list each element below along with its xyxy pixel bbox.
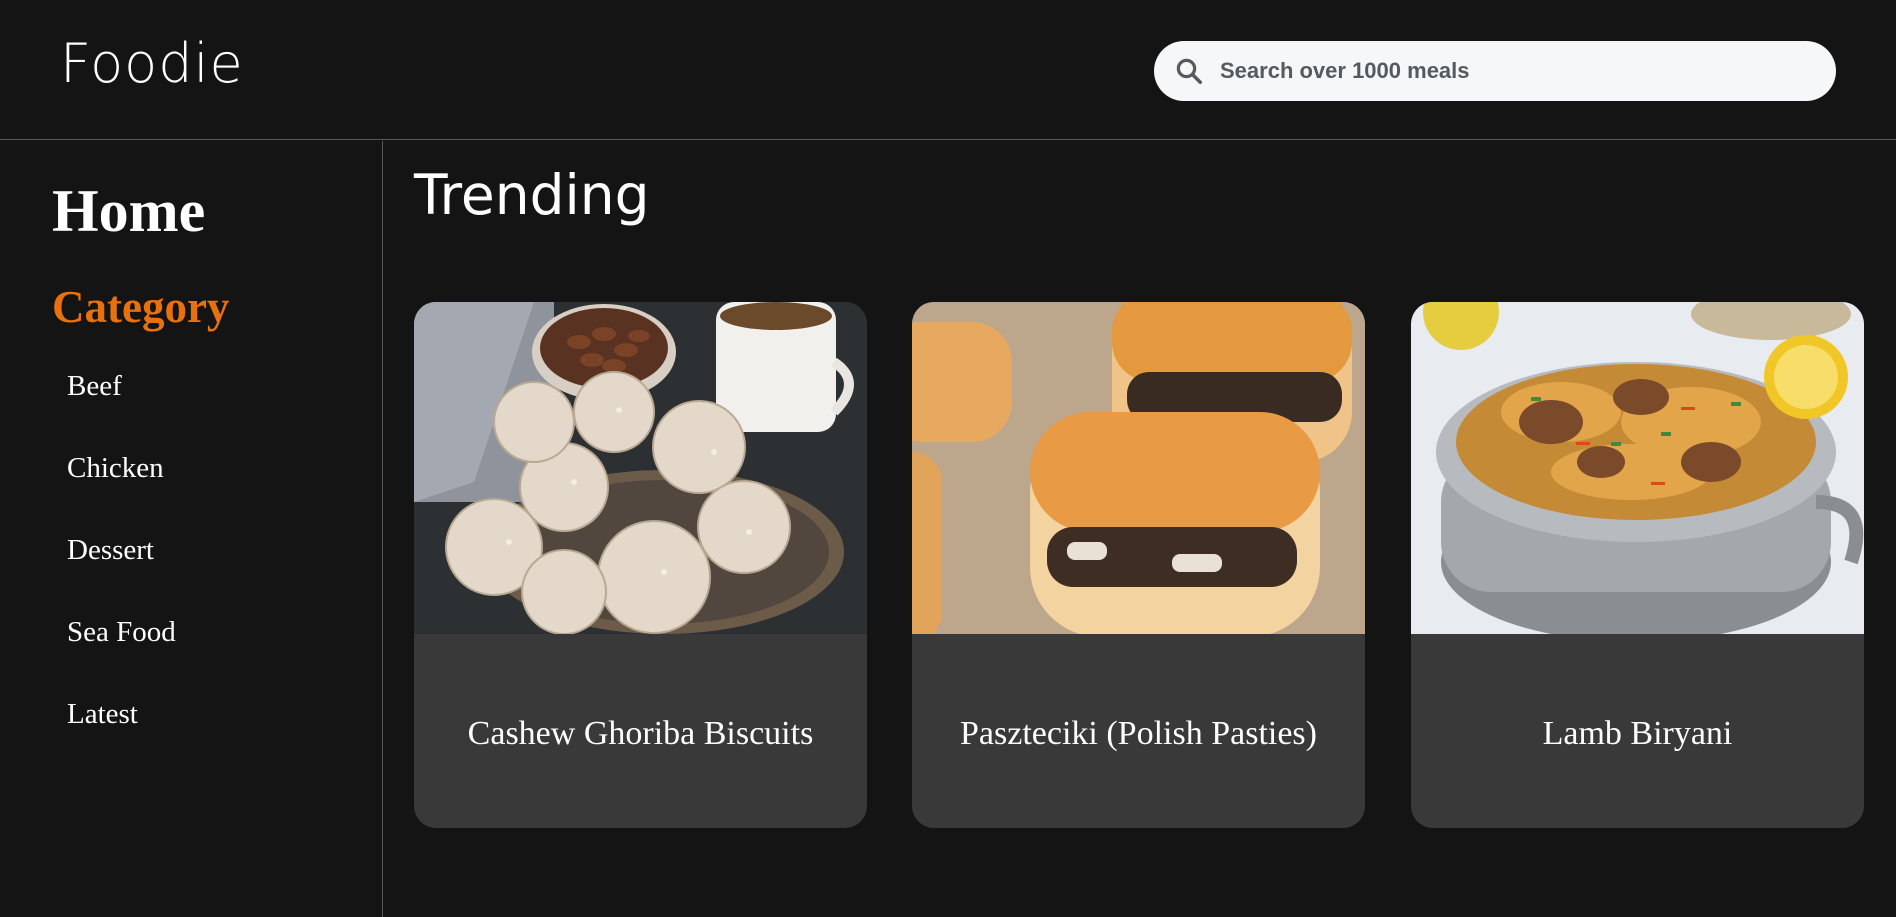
meal-image-biscuits	[414, 302, 867, 634]
category-item-beef[interactable]: Beef	[67, 369, 176, 451]
header: Foodie	[0, 0, 1896, 140]
sidebar: Home Category Beef Chicken Dessert Sea F…	[0, 141, 383, 917]
meal-image-biryani	[1411, 302, 1864, 634]
search-bar[interactable]	[1154, 41, 1836, 101]
section-title: Trending	[414, 163, 650, 227]
category-item-latest[interactable]: Latest	[67, 697, 176, 779]
category-item-dessert[interactable]: Dessert	[67, 533, 176, 615]
meal-title: Paszteciki (Polish Pasties)	[960, 715, 1317, 752]
meal-title: Cashew Ghoriba Biscuits	[467, 715, 814, 752]
meal-image-pasties	[912, 302, 1365, 634]
search-input[interactable]	[1220, 58, 1800, 84]
home-link[interactable]: Home	[52, 177, 205, 246]
meal-card[interactable]: Lamb Biryani	[1411, 302, 1864, 828]
meal-title: Lamb Biryani	[1542, 715, 1733, 752]
category-item-sea-food[interactable]: Sea Food	[67, 615, 176, 697]
category-heading: Category	[52, 282, 230, 332]
logo[interactable]: Foodie	[60, 32, 244, 95]
category-list: Beef Chicken Dessert Sea Food Latest	[67, 369, 176, 779]
search-icon	[1174, 56, 1204, 86]
category-item-chicken[interactable]: Chicken	[67, 451, 176, 533]
meal-card[interactable]: Cashew Ghoriba Biscuits	[414, 302, 867, 828]
app-frame: Foodie Home Category Beef Chicken Desser…	[0, 0, 1896, 917]
meal-card[interactable]: Paszteciki (Polish Pasties)	[912, 302, 1365, 828]
